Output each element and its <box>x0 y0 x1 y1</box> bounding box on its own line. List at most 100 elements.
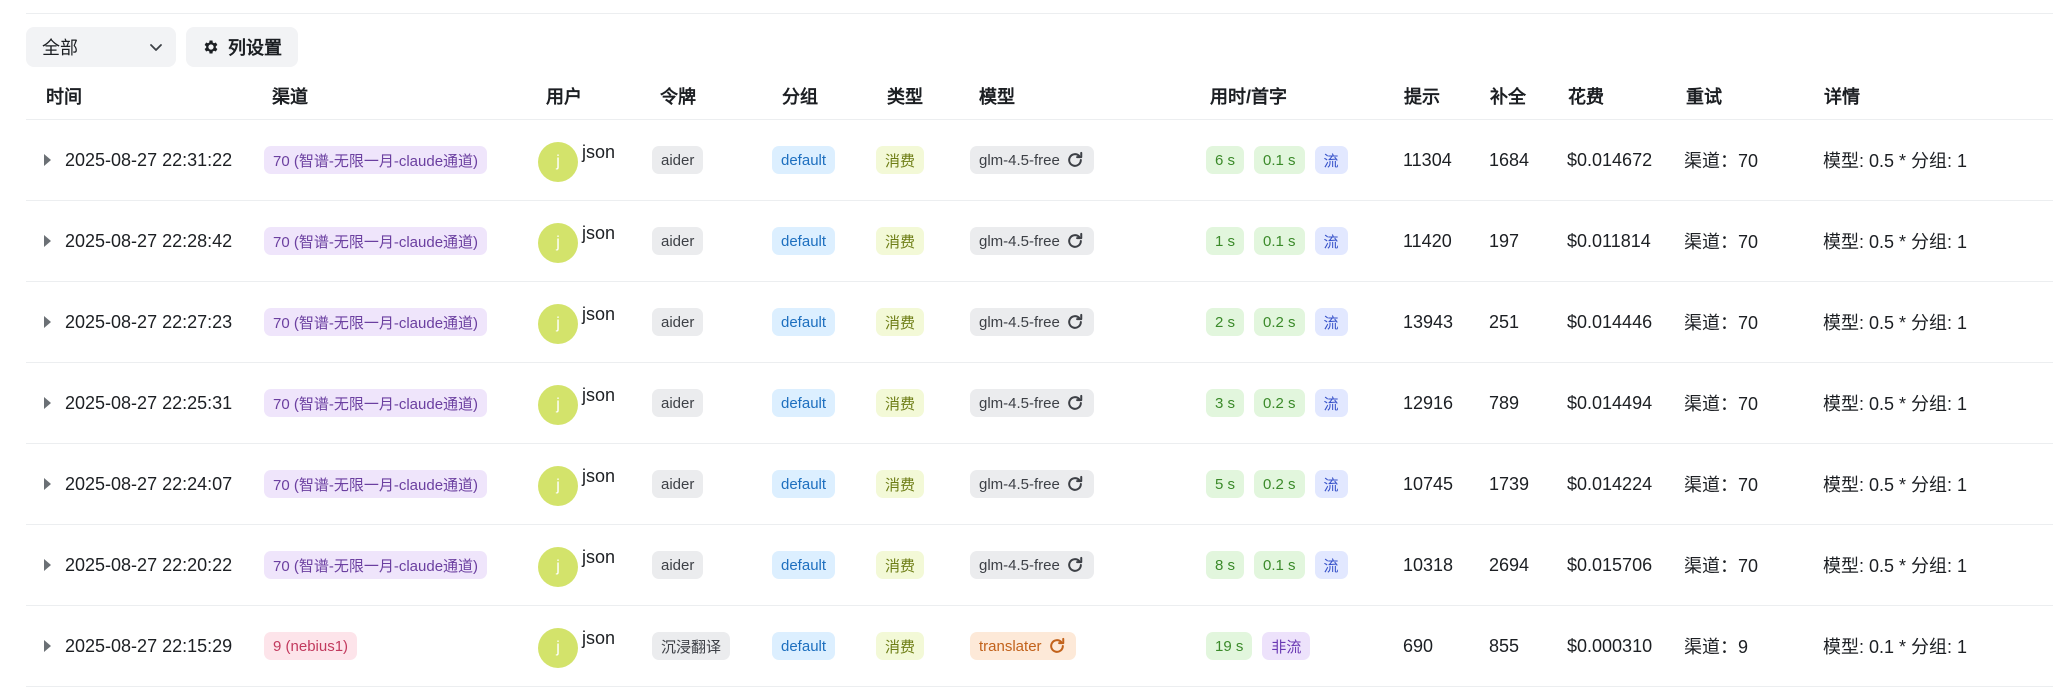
expand-caret-icon[interactable] <box>44 397 51 409</box>
header-timing[interactable]: 用时/首字 <box>1210 77 1287 117</box>
stream-tag: 流 <box>1314 389 1348 417</box>
timing-cell: 8 s 0.1 s 流 <box>1206 525 1348 605</box>
group-tag: default <box>772 389 836 417</box>
cost-cell: $0.011814 <box>1567 230 1651 251</box>
user-cell: j json <box>538 525 615 605</box>
table-row[interactable]: 2025-08-27 22:20:22 70 (智谱-无限一月-claude通道… <box>26 525 2053 606</box>
header-time[interactable]: 时间 <box>46 77 82 117</box>
first-token-tag: 0.2 s <box>1254 389 1305 417</box>
retry-cell: 渠道：70 <box>1684 475 1759 495</box>
time-cell: 2025-08-27 22:24:07 <box>44 444 232 524</box>
expand-caret-icon[interactable] <box>44 640 51 652</box>
model-name: glm-4.5-free <box>979 313 1060 331</box>
header-retry[interactable]: 重试 <box>1686 77 1722 117</box>
time-text: 2025-08-27 22:27:23 <box>65 311 233 332</box>
detail-cell: 模型: 0.1 * 分组: 1 <box>1823 637 1968 657</box>
model-name: glm-4.5-free <box>979 475 1060 493</box>
token-cell: aider <box>652 363 704 443</box>
channel-tag: 9 (nebius1) <box>264 632 358 660</box>
avatar[interactable]: j <box>538 304 578 344</box>
expand-caret-icon[interactable] <box>44 154 51 166</box>
completion-cell: 1684 <box>1489 149 1530 170</box>
refresh-icon <box>1049 637 1064 653</box>
model-tag[interactable]: glm-4.5-free <box>970 551 1094 579</box>
expand-caret-icon[interactable] <box>44 316 51 328</box>
cost-cell: $0.015706 <box>1567 554 1653 575</box>
avatar[interactable]: j <box>538 628 578 668</box>
group-cell: default <box>772 606 836 686</box>
model-tag[interactable]: glm-4.5-free <box>970 308 1094 336</box>
completion-cell: 197 <box>1489 230 1520 251</box>
token-cell: aider <box>652 444 704 524</box>
user-name: json <box>582 222 616 243</box>
refresh-icon <box>1068 151 1083 167</box>
expand-caret-icon[interactable] <box>44 559 51 571</box>
table-row[interactable]: 2025-08-27 22:24:07 70 (智谱-无限一月-claude通道… <box>26 444 2053 525</box>
type-tag: 消费 <box>876 389 925 417</box>
group-cell: default <box>772 444 836 524</box>
column-settings-button[interactable]: 列设置 <box>186 27 298 67</box>
channel-cell: 70 (智谱-无限一月-claude通道) <box>264 201 488 281</box>
avatar[interactable]: j <box>538 385 578 425</box>
model-cell: translater <box>970 606 1076 686</box>
table-row[interactable]: 2025-08-27 22:27:23 70 (智谱-无限一月-claude通道… <box>26 282 2053 363</box>
model-tag[interactable]: translater <box>970 632 1076 660</box>
model-tag[interactable]: glm-4.5-free <box>970 470 1094 498</box>
header-group[interactable]: 分组 <box>782 77 818 117</box>
table-row[interactable]: 2025-08-27 22:28:42 70 (智谱-无限一月-claude通道… <box>26 201 2053 282</box>
completion-cell: 251 <box>1489 311 1520 332</box>
duration-tag: 6 s <box>1206 146 1245 174</box>
header-user[interactable]: 用户 <box>546 77 582 117</box>
header-cost[interactable]: 花费 <box>1568 77 1604 117</box>
model-tag[interactable]: glm-4.5-free <box>970 227 1094 255</box>
timing-cell: 2 s 0.2 s 流 <box>1206 282 1348 362</box>
user-cell: j json <box>538 282 615 362</box>
duration-tag: 3 s <box>1206 389 1245 417</box>
first-token-tag: 0.2 s <box>1254 470 1305 498</box>
header-model[interactable]: 模型 <box>979 77 1015 117</box>
user-name: json <box>582 384 616 405</box>
avatar[interactable]: j <box>538 466 578 506</box>
avatar[interactable]: j <box>538 547 578 587</box>
user-name: json <box>582 465 616 486</box>
header-token[interactable]: 令牌 <box>660 77 696 117</box>
channel-tag: 70 (智谱-无限一月-claude通道) <box>264 389 488 417</box>
model-cell: glm-4.5-free <box>970 120 1094 200</box>
table-row[interactable]: 2025-08-27 22:15:29 9 (nebius1) j json 沉… <box>26 606 2053 687</box>
cost-cell: $0.014494 <box>1567 392 1653 413</box>
timing-cell: 19 s 非流 <box>1206 606 1311 686</box>
user-cell: j json <box>538 363 615 443</box>
avatar[interactable]: j <box>538 142 578 182</box>
header-completion[interactable]: 补全 <box>1490 77 1526 117</box>
stream-tag: 流 <box>1314 308 1348 336</box>
model-tag[interactable]: glm-4.5-free <box>970 146 1094 174</box>
channel-cell: 70 (智谱-无限一月-claude通道) <box>264 363 488 443</box>
timing-cell: 5 s 0.2 s 流 <box>1206 444 1348 524</box>
header-prompt[interactable]: 提示 <box>1404 77 1440 117</box>
header-detail[interactable]: 详情 <box>1824 77 1860 117</box>
token-cell: aider <box>652 282 704 362</box>
expand-caret-icon[interactable] <box>44 478 51 490</box>
refresh-icon <box>1068 232 1083 248</box>
user-name: json <box>582 303 616 324</box>
header-channel[interactable]: 渠道 <box>272 77 308 117</box>
user-name: json <box>582 141 616 162</box>
header-type[interactable]: 类型 <box>887 77 923 117</box>
first-token-tag: 0.1 s <box>1254 146 1305 174</box>
retry-cell: 渠道：70 <box>1684 313 1759 333</box>
channel-cell: 70 (智谱-无限一月-claude通道) <box>264 444 488 524</box>
model-cell: glm-4.5-free <box>970 444 1094 524</box>
user-cell: j json <box>538 606 615 686</box>
model-tag[interactable]: glm-4.5-free <box>970 389 1094 417</box>
avatar[interactable]: j <box>538 223 578 263</box>
retry-cell: 渠道：70 <box>1684 394 1759 414</box>
log-type-select[interactable]: 全部 <box>26 27 176 67</box>
channel-tag: 70 (智谱-无限一月-claude通道) <box>264 227 488 255</box>
type-tag: 消费 <box>876 632 925 660</box>
expand-caret-icon[interactable] <box>44 235 51 247</box>
table-row[interactable]: 2025-08-27 22:31:22 70 (智谱-无限一月-claude通道… <box>26 120 2053 201</box>
table-row[interactable]: 2025-08-27 22:25:31 70 (智谱-无限一月-claude通道… <box>26 363 2053 444</box>
stream-tag: 流 <box>1314 146 1348 174</box>
type-tag: 消费 <box>876 146 925 174</box>
top-divider <box>26 13 2053 14</box>
